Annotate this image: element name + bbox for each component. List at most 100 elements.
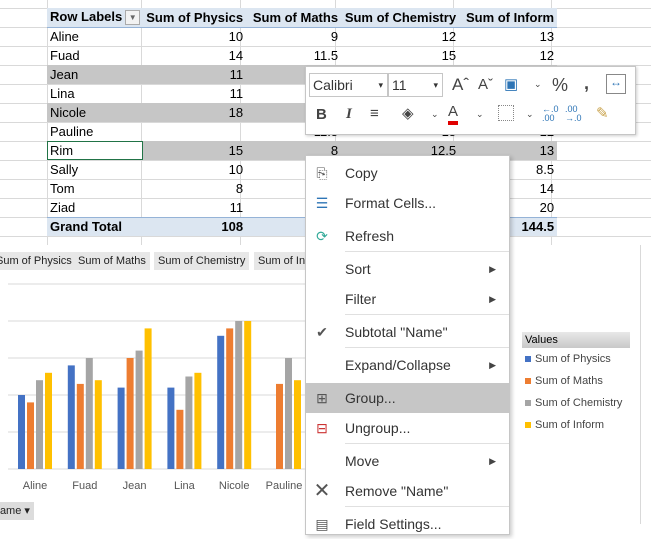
bold-icon[interactable]: B xyxy=(316,106,327,123)
menu-item-group[interactable]: ⊞ Group... xyxy=(306,383,509,413)
bar[interactable] xyxy=(144,328,152,469)
increase-font-icon[interactable]: Aˆ xyxy=(452,75,469,95)
percent-icon[interactable]: % xyxy=(552,75,568,96)
decrease-decimal-icon[interactable]: .00 →.0 xyxy=(565,105,582,123)
decrease-font-icon[interactable]: Aˇ xyxy=(478,76,493,93)
pivot-row: Aline 10 9 12 13 xyxy=(47,27,557,46)
grand-total-label[interactable]: Grand Total xyxy=(47,216,144,236)
value-cell[interactable]: 12 xyxy=(341,27,459,46)
bar[interactable] xyxy=(85,358,93,469)
x-tick-label: Pauline xyxy=(266,480,303,492)
menu-item-remove[interactable]: ✕ Remove "Name" xyxy=(306,476,509,506)
ungroup-icon: ⊟ xyxy=(316,420,328,436)
borders-icon[interactable] xyxy=(498,105,514,121)
bar[interactable] xyxy=(36,380,43,469)
value-cell[interactable]: 9 xyxy=(246,27,341,46)
value-cell[interactable]: 8 xyxy=(143,179,246,198)
fill-color-icon[interactable]: ◈ xyxy=(402,104,414,122)
bar[interactable] xyxy=(285,358,292,469)
bar[interactable] xyxy=(27,402,34,469)
row-label-cell[interactable]: Rim xyxy=(47,141,144,160)
align-center-icon[interactable]: ≡ xyxy=(370,105,379,122)
comma-style-icon[interactable]: , xyxy=(584,73,589,94)
bar[interactable] xyxy=(76,383,84,469)
bar[interactable] xyxy=(126,358,134,469)
value-cell[interactable]: 14 xyxy=(143,46,246,65)
value-cell[interactable]: 15 xyxy=(341,46,459,65)
value-cell[interactable]: 11.5 xyxy=(246,46,341,65)
pivot-header-cell[interactable]: Sum of Physics xyxy=(143,8,247,28)
value-cell[interactable]: 10 xyxy=(143,160,246,179)
bar[interactable] xyxy=(67,365,75,469)
row-label-cell[interactable]: Ziad xyxy=(47,198,143,217)
bar[interactable] xyxy=(185,376,193,470)
menu-item-refresh[interactable]: ⟳ Refresh xyxy=(306,221,509,251)
bar[interactable] xyxy=(45,372,52,469)
bar[interactable] xyxy=(167,387,175,469)
merge-center-icon[interactable]: ↔ xyxy=(606,74,626,94)
submenu-arrow-icon: ▶ xyxy=(489,264,496,274)
menu-item-copy[interactable]: ⎘ Copy xyxy=(306,158,509,188)
value-cell[interactable]: 11 xyxy=(143,84,246,103)
pivot-header-cell[interactable]: Sum of Chemistry xyxy=(341,8,460,28)
menu-item-field-settings[interactable]: ▤ Field Settings... xyxy=(306,509,509,539)
bar[interactable] xyxy=(176,409,184,469)
value-cell[interactable]: 11 xyxy=(143,65,247,84)
value-cell[interactable] xyxy=(143,122,246,141)
total-cell[interactable]: 108 xyxy=(143,216,247,236)
pivot-header-cell[interactable]: Row Labels ▼ xyxy=(47,8,144,28)
legend-item: Sum of Inform xyxy=(522,414,630,436)
menu-label: Group... xyxy=(345,390,396,406)
font-size-select[interactable]: 11 ▾ xyxy=(388,73,443,97)
bar[interactable] xyxy=(135,350,143,469)
bar[interactable] xyxy=(117,387,125,469)
increase-decimal-icon[interactable]: ←.0.00 xyxy=(542,105,559,123)
bar[interactable] xyxy=(18,395,25,469)
accounting-format-icon[interactable]: ▣ xyxy=(504,75,518,93)
font-name-select[interactable]: Calibri ▾ xyxy=(309,73,388,97)
format-painter-icon[interactable]: ✎ xyxy=(596,104,609,122)
row-label-cell[interactable]: Aline xyxy=(47,27,143,46)
font-color-icon[interactable]: A xyxy=(448,103,459,125)
value-cell[interactable]: 11 xyxy=(143,198,246,217)
italic-icon[interactable]: I xyxy=(346,106,352,123)
value-cell[interactable]: 12 xyxy=(459,46,557,65)
value-cell[interactable]: 18 xyxy=(143,103,247,122)
menu-item-filter[interactable]: Filter ▶ xyxy=(306,284,509,314)
row-label-cell[interactable]: Fuad xyxy=(47,46,143,65)
menu-item-move[interactable]: Move ▶ xyxy=(306,446,509,476)
value-cell[interactable]: 15 xyxy=(143,141,247,160)
bar[interactable] xyxy=(94,380,102,469)
row-label-cell[interactable]: Nicole xyxy=(47,103,144,122)
axis-field-button[interactable]: Name ▾ xyxy=(0,502,34,520)
row-label-cell[interactable]: Lina xyxy=(47,84,143,103)
menu-item-subtotal[interactable]: ✔ Subtotal "Name" xyxy=(306,317,509,347)
value-cell[interactable]: 13 xyxy=(459,27,557,46)
row-label-cell[interactable]: Sally xyxy=(47,160,143,179)
chevron-down-icon[interactable]: ⌄ xyxy=(476,109,484,120)
menu-label: Copy xyxy=(345,165,378,181)
row-label-cell[interactable]: Pauline xyxy=(47,122,143,141)
menu-item-ungroup[interactable]: ⊟ Ungroup... xyxy=(306,413,509,443)
bar[interactable] xyxy=(226,328,234,469)
pivot-header-cell[interactable]: Sum of Maths xyxy=(246,8,342,28)
chevron-down-icon[interactable]: ⌄ xyxy=(534,79,542,90)
bar[interactable] xyxy=(235,321,243,469)
value-cell[interactable]: 10 xyxy=(143,27,246,46)
bar[interactable] xyxy=(244,321,252,469)
menu-item-sort[interactable]: Sort ▶ xyxy=(306,254,509,284)
pivot-header-cell[interactable]: Sum of Inform xyxy=(459,8,558,28)
chevron-down-icon[interactable]: ⌄ xyxy=(431,109,439,120)
x-tick-label: Aline xyxy=(23,480,47,492)
bar[interactable] xyxy=(276,383,283,469)
bar[interactable] xyxy=(294,380,301,469)
row-label-cell[interactable]: Tom xyxy=(47,179,143,198)
row-label-cell[interactable]: Jean xyxy=(47,65,144,84)
legend-swatch xyxy=(525,356,531,362)
menu-item-expand-collapse[interactable]: Expand/Collapse ▶ xyxy=(306,350,509,380)
bar[interactable] xyxy=(217,335,225,469)
chevron-down-icon[interactable]: ⌄ xyxy=(526,109,534,120)
bar[interactable] xyxy=(194,372,202,469)
menu-item-format-cells[interactable]: ☰ Format Cells... xyxy=(306,188,509,218)
filter-dropdown-icon[interactable]: ▼ xyxy=(125,10,141,26)
